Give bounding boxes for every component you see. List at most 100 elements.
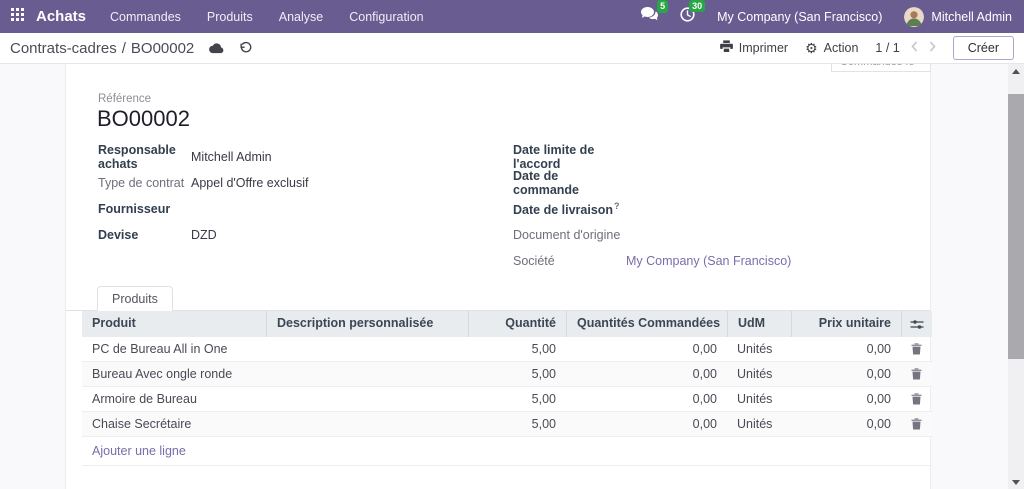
discard-rotate-ccw-icon[interactable] [239,42,252,55]
field-label: Date de commande [513,169,626,197]
table-row[interactable]: Bureau Avec ongle ronde 5,00 0,00 Unités… [82,362,932,387]
field-responsable-achats: Responsable achats Mitchell Admin [98,144,493,170]
delete-row-icon[interactable] [911,393,922,405]
cell-ordered-qty[interactable]: 0,00 [566,337,727,361]
scrollbar-thumb[interactable] [1008,94,1024,359]
scroll-down-arrow[interactable] [1008,475,1024,489]
user-avatar [904,7,924,27]
cell-ordered-qty[interactable]: 0,00 [566,362,727,386]
cell-uom[interactable]: Unités [727,337,791,361]
form-sheet: Commandes fo Référence BO00002 Responsab… [65,64,931,489]
tab-produits[interactable]: Produits [97,286,173,311]
table-row[interactable]: PC de Bureau All in One 5,00 0,00 Unités… [82,337,932,362]
cell-unit-price[interactable]: 0,00 [791,337,901,361]
cell-unit-price[interactable]: 0,00 [791,387,901,411]
scroll-up-arrow[interactable] [1008,64,1024,78]
chevron-right-icon [929,41,936,55]
delete-row-icon[interactable] [911,418,922,430]
print-label: Imprimer [739,41,788,55]
print-button[interactable]: Imprimer [720,40,788,56]
messages-button[interactable]: 5 [641,7,658,26]
cell-product[interactable]: Armoire de Bureau [82,387,266,411]
cell-unit-price[interactable]: 0,00 [791,362,901,386]
messages-count-badge: 5 [657,0,668,13]
table-row[interactable]: Chaise Secrétaire 5,00 0,00 Unités 0,00 [82,412,932,437]
cell-quantity[interactable]: 5,00 [468,387,566,411]
clipped-smart-button-label: Commandes fo [832,64,930,68]
fields-left-column: Responsable achats Mitchell Admin Type d… [98,144,493,248]
products-table: Produit Description personnalisée Quanti… [82,311,932,466]
cell-uom[interactable]: Unités [727,362,791,386]
optional-columns-icon[interactable] [910,319,924,330]
help-question-mark: ? [614,201,620,211]
field-societe: Société My Company (San Francisco) [513,248,933,274]
field-devise: Devise DZD [98,222,493,248]
delete-row-icon[interactable] [911,368,922,380]
pager-previous-button[interactable] [911,41,918,55]
menu-commandes[interactable]: Commandes [110,10,181,24]
header-quantites-commandees: Quantités Commandées [566,311,727,337]
cell-ordered-qty[interactable]: 0,00 [566,387,727,411]
field-date-de-commande: Date de commande [513,170,933,196]
breadcrumb: Contrats-cadres / BO00002 [10,40,194,57]
cell-description[interactable] [266,337,468,361]
menu-analyse[interactable]: Analyse [279,10,323,24]
activities-button[interactable]: 30 [680,7,695,27]
table-header-row: Produit Description personnalisée Quanti… [82,311,932,337]
control-panel: Contrats-cadres / BO00002 Imprimer ⚙ Act… [0,33,1024,64]
pager-next-button[interactable] [929,41,936,55]
cell-description[interactable] [266,362,468,386]
cell-quantity[interactable]: 5,00 [468,362,566,386]
field-label: Responsable achats [98,143,191,171]
header-prix-unitaire: Prix unitaire [791,311,901,337]
cell-description[interactable] [266,412,468,436]
table-row[interactable]: Armoire de Bureau 5,00 0,00 Unités 0,00 [82,387,932,412]
agreement-type-field[interactable]: Appel d'Offre exclusif [191,176,309,190]
cell-description[interactable] [266,387,468,411]
clipped-smart-button[interactable]: Commandes fo [831,64,931,72]
cell-uom[interactable]: Unités [727,387,791,411]
field-label: Type de contrat [98,176,191,190]
cell-uom[interactable]: Unités [727,412,791,436]
delete-row-icon[interactable] [911,343,922,355]
save-cloud-icon[interactable] [209,42,224,54]
fields-right-column: Date limite de l'accord Date de commande… [513,144,933,274]
menu-configuration[interactable]: Configuration [349,10,423,24]
header-udm: UdM [727,311,791,337]
field-label: Date de livraison? [513,201,626,217]
cell-quantity[interactable]: 5,00 [468,412,566,436]
main-menu: Commandes Produits Analyse Configuration [110,10,424,24]
apps-menu-button[interactable] [0,0,34,33]
buyer-field[interactable]: Mitchell Admin [191,150,272,164]
pager-value[interactable]: 1 / 1 [875,41,899,55]
record-status-icons [209,42,252,55]
company-switcher[interactable]: My Company (San Francisco) [717,10,882,24]
action-button[interactable]: ⚙ Action [805,41,858,55]
currency-field[interactable]: DZD [191,228,217,242]
field-fournisseur: Fournisseur [98,196,493,222]
field-label: Société [513,254,626,268]
breadcrumb-current: BO00002 [131,40,194,57]
menu-produits[interactable]: Produits [207,10,253,24]
cell-ordered-qty[interactable]: 0,00 [566,412,727,436]
pager: 1 / 1 [875,41,935,55]
breadcrumb-parent-link[interactable]: Contrats-cadres [10,40,117,57]
cell-product[interactable]: Bureau Avec ongle ronde [82,362,266,386]
reference-field[interactable]: BO00002 [97,106,190,132]
cell-product[interactable]: PC de Bureau All in One [82,337,266,361]
header-description: Description personnalisée [266,311,468,337]
cell-unit-price[interactable]: 0,00 [791,412,901,436]
user-menu[interactable]: Mitchell Admin [904,7,1012,27]
action-label: Action [824,41,859,55]
gear-icon: ⚙ [805,41,818,55]
printer-icon [720,40,733,56]
cell-product[interactable]: Chaise Secrétaire [82,412,266,436]
app-name[interactable]: Achats [36,8,86,25]
navbar-right: 5 30 My Company (San Francisco) Mitchell… [641,7,1024,27]
header-produit: Produit [82,311,266,337]
cell-quantity[interactable]: 5,00 [468,337,566,361]
activities-count-badge: 30 [689,0,705,12]
create-button[interactable]: Créer [953,36,1014,60]
company-field[interactable]: My Company (San Francisco) [626,254,791,268]
add-line-link[interactable]: Ajouter une ligne [82,437,196,465]
